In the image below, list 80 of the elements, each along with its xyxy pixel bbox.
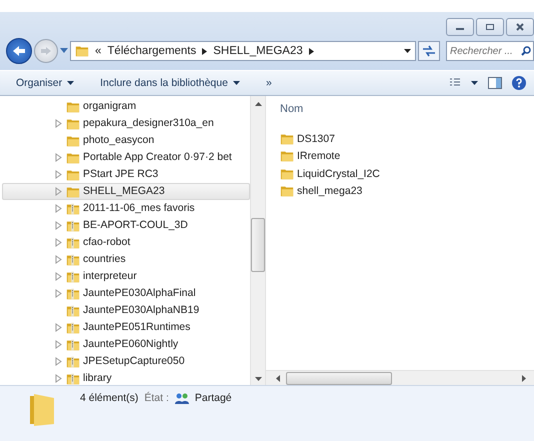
breadcrumb[interactable]: Téléchargements [107,45,196,57]
scrollbar-thumb[interactable] [286,372,392,384]
expand-arrow-icon[interactable] [54,153,63,162]
view-options-icon[interactable] [450,78,478,88]
scroll-down-arrow-icon[interactable] [254,377,262,381]
breadcrumb-overflow[interactable]: « [95,45,102,57]
tree-item[interactable]: cfao-robot [2,234,250,251]
tree-item[interactable]: JauntePE060Nightly [2,336,250,353]
tree-item[interactable]: pepakura_designer310a_en [2,115,250,132]
chevron-icon[interactable] [308,48,314,54]
toolbar-menu-button[interactable]: Inclure dans la bibliothèque [92,75,248,91]
expand-arrow-icon[interactable] [54,323,63,332]
expand-arrow-icon[interactable] [54,340,63,349]
expand-arrow-icon[interactable] [54,187,63,196]
maximize-button[interactable] [476,18,504,36]
vertical-scrollbar[interactable] [250,96,265,385]
expand-arrow-icon[interactable] [54,221,63,230]
caret-icon [232,81,240,85]
folder-icon [75,44,89,58]
tree-item[interactable]: JauntePE030AlphaFinal [2,285,250,302]
tree-item[interactable]: BE-APORT-COUL_3D [2,217,250,234]
expand-arrow-icon[interactable] [54,119,63,128]
column-header[interactable]: Nom [280,103,304,115]
breadcrumb[interactable]: SHELL_MEGA23 [213,45,303,57]
tree-item[interactable]: photo_easycon [2,132,250,149]
file-name[interactable]: IRremote [297,150,340,162]
state-value: Partagé [194,392,232,404]
expand-arrow-icon[interactable] [54,238,63,247]
folder-icon [280,132,294,146]
tree-item[interactable]: Portable App Creator 0·97·2 bet [2,149,250,166]
left-arrow-icon [12,45,26,57]
back-button[interactable] [6,38,32,64]
search-icon [521,46,531,56]
more-button[interactable]: » [258,75,280,91]
tree-item[interactable]: JauntePE051Runtimes [2,319,250,336]
help-icon[interactable] [512,76,526,90]
item-count: 4 élément(s) [80,392,138,404]
expand-arrow-icon[interactable] [54,374,63,383]
scroll-left-arrow-icon[interactable] [276,374,280,382]
caret-icon [67,81,74,85]
address-bar[interactable]: « Téléchargements SHELL_MEGA23 [70,41,416,61]
tree-item[interactable]: 2011-11-06_mes favoris [2,200,250,217]
file-name[interactable]: shell_mega23 [297,185,362,198]
expand-arrow-icon[interactable] [54,204,63,213]
state-label: État : [144,392,169,404]
tree-item[interactable]: organigram [2,98,250,115]
folder-icon [280,184,294,198]
expand-arrow-icon[interactable] [54,357,63,366]
tree-item[interactable]: interpreteur [2,268,250,285]
close-button[interactable] [506,18,534,36]
tree-item[interactable]: JauntePE030AlphaNB19 [2,302,250,319]
scroll-right-arrow-icon[interactable] [522,374,526,382]
minimize-button[interactable] [446,18,474,36]
close-icon [515,23,525,31]
preview-pane-icon[interactable] [488,77,502,89]
people-icon [174,392,189,404]
chevron-icon[interactable] [202,48,208,54]
scrollbar-thumb[interactable] [251,218,265,272]
maximize-icon [485,23,495,31]
expand-arrow-icon[interactable] [54,272,63,281]
expand-arrow-icon[interactable] [54,289,63,298]
tree-item[interactable]: PStart JPE RC3 [2,166,250,183]
refresh-arrows-icon [422,45,436,57]
tree-item[interactable]: countries [2,251,250,268]
expand-arrow-icon[interactable] [54,170,63,179]
refresh-button[interactable] [418,41,440,61]
tree-item[interactable]: JPESetupCapture050 [2,353,250,370]
scroll-up-arrow-icon[interactable] [254,102,262,106]
tree-item[interactable]: SHELL_MEGA23 [2,183,250,200]
tree-item[interactable]: library [2,370,250,387]
right-arrow-icon [40,46,52,56]
folder-icon [280,166,294,181]
expand-arrow-icon[interactable] [54,255,63,264]
folder-icon [280,149,294,164]
toolbar-menu-button[interactable]: Organiser [8,75,82,91]
dropdown-caret-icon[interactable] [404,49,411,53]
horizontal-scrollbar[interactable] [266,370,534,385]
file-name[interactable]: LiquidCrystal_I2C [297,168,380,180]
search-field[interactable]: Rechercher ... [446,41,534,61]
file-name[interactable]: DS1307 [297,132,335,145]
